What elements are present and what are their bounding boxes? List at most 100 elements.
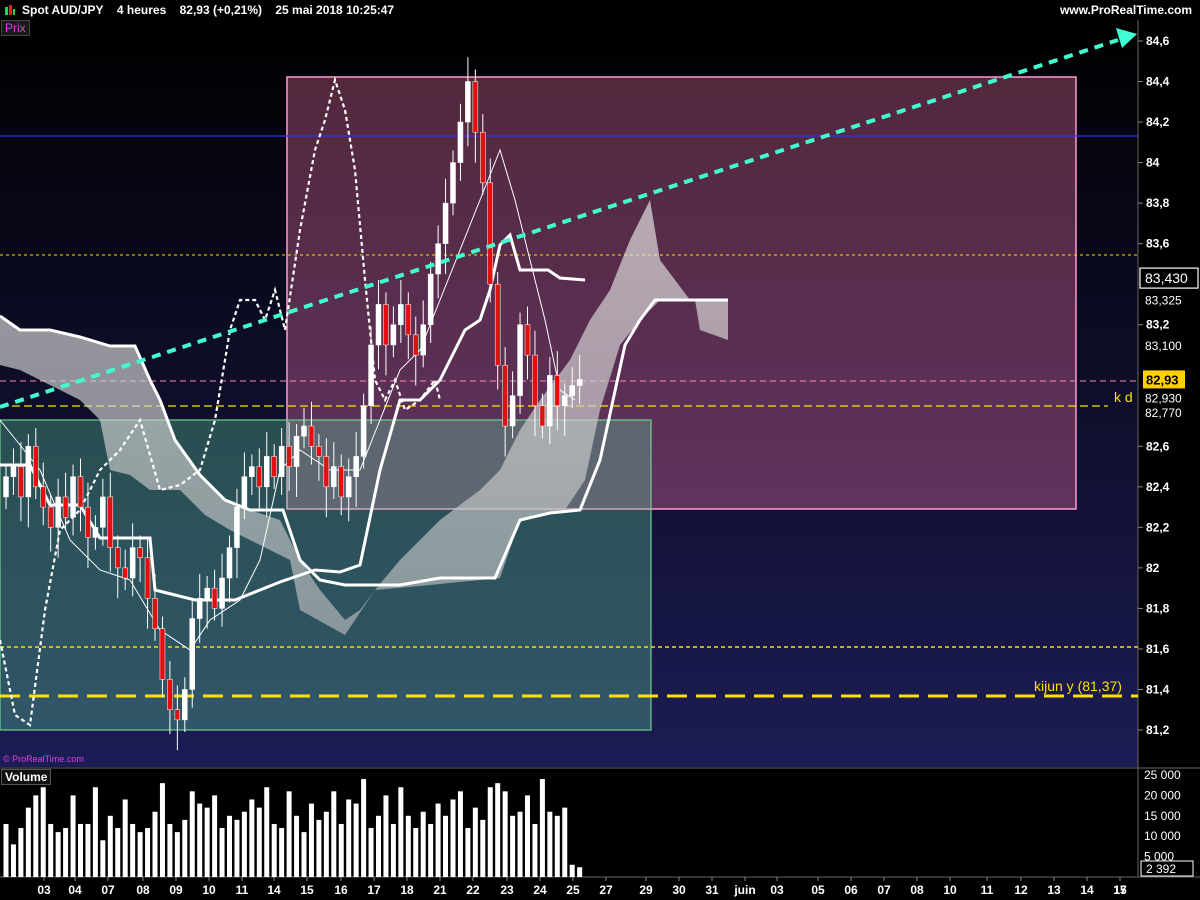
chart-type-icon xyxy=(5,5,15,15)
volume-bar xyxy=(465,828,471,877)
volume-bar xyxy=(532,823,538,877)
header-info: Spot AUD/JPY 4 heures 82,93 (+0,21%) 25 … xyxy=(22,0,394,20)
volume-bar xyxy=(443,815,449,877)
x-tick-label: 22 xyxy=(466,883,480,897)
x-tick-label: 07 xyxy=(101,883,115,897)
credit-label: © ProRealTime.com xyxy=(3,754,84,764)
x-tick-label: 08 xyxy=(910,883,924,897)
volume-bar xyxy=(92,787,98,877)
candle xyxy=(390,324,397,346)
candle xyxy=(152,598,158,629)
volume-bar xyxy=(420,811,426,877)
volume-bar xyxy=(562,807,568,877)
x-tick-label: 10 xyxy=(943,883,957,897)
volume-bar xyxy=(510,815,516,877)
x-tick-label: 31 xyxy=(705,883,719,897)
price-tick-label: 84,6 xyxy=(1146,34,1170,48)
volume-bar xyxy=(25,807,31,877)
volume-bar xyxy=(159,783,165,877)
x-tick-label: 30 xyxy=(672,883,686,897)
x-tick-label: 05 xyxy=(811,883,825,897)
candle xyxy=(383,304,389,346)
candle xyxy=(465,81,471,123)
candle xyxy=(167,679,173,710)
candle xyxy=(241,476,248,508)
x-tick-label: 15 xyxy=(300,883,314,897)
candle xyxy=(271,456,277,477)
price-chart[interactable]: k d kijun y (81,37) 84,6 84,4 84,2 84 83,8 83… xyxy=(0,0,1200,900)
volume-bar xyxy=(286,791,292,877)
candle xyxy=(316,446,322,457)
candle xyxy=(472,81,479,133)
candle xyxy=(405,304,412,336)
volume-bar xyxy=(547,811,553,877)
volume-bar xyxy=(487,787,493,877)
volume-bar xyxy=(78,823,83,877)
x-tick-label: 03 xyxy=(770,883,784,897)
volume-bar xyxy=(182,819,188,877)
volume-bar xyxy=(204,807,210,877)
price-tick-label: 81,4 xyxy=(1146,682,1170,696)
volume-bar xyxy=(271,823,277,877)
price-tick-label: 84,4 xyxy=(1146,75,1170,89)
volume-bar xyxy=(376,815,381,877)
price-tick-label: 82,6 xyxy=(1146,439,1170,453)
volume-bar xyxy=(212,795,218,877)
volume-bar xyxy=(167,823,173,877)
candle xyxy=(129,547,136,579)
price-tick-label: 84 xyxy=(1146,156,1160,170)
candle xyxy=(547,375,553,427)
x-tick-label: 14 xyxy=(267,883,281,897)
price-tick-label: 83,8 xyxy=(1146,196,1170,210)
volume-tick-label: 15 000 xyxy=(1144,809,1181,823)
candle xyxy=(211,587,218,609)
volume-bar xyxy=(435,803,441,877)
candle xyxy=(47,506,54,528)
volume-tick-label: 20 000 xyxy=(1144,788,1181,802)
candle xyxy=(234,506,240,548)
price-badge-label: 83,325 xyxy=(1145,293,1182,307)
last-price: 82,93 (+0,21%) xyxy=(179,3,262,17)
volume-panel-label: Volume xyxy=(1,769,52,785)
candle xyxy=(442,202,449,244)
site-url[interactable]: www.ProRealTime.com xyxy=(1060,0,1192,20)
price-badge-label: 82,770 xyxy=(1145,406,1182,420)
candle xyxy=(509,395,516,427)
volume-bar xyxy=(241,811,247,877)
x-tick-label: 21 xyxy=(433,883,447,897)
candle xyxy=(204,587,210,599)
volume-bar xyxy=(219,828,225,877)
candle xyxy=(562,395,568,407)
candle xyxy=(539,405,546,427)
volume-bar xyxy=(539,779,545,877)
candle xyxy=(55,496,61,528)
candle xyxy=(532,354,538,407)
candle xyxy=(420,324,426,356)
candle xyxy=(480,131,486,184)
volume-bar xyxy=(577,867,583,877)
x-tick-label: 03 xyxy=(37,883,51,897)
volume-bar xyxy=(279,828,285,877)
candle xyxy=(85,506,91,538)
x-tick-label: 27 xyxy=(599,883,613,897)
x-tick-label: 04 xyxy=(68,883,82,897)
volume-bar xyxy=(256,807,262,877)
volume-tick-label: 25 000 xyxy=(1144,768,1181,782)
volume-bar xyxy=(502,791,508,877)
candle xyxy=(413,334,419,356)
candle xyxy=(554,375,561,407)
volume-bar xyxy=(472,807,478,877)
volume-bar xyxy=(63,828,69,877)
candle xyxy=(308,425,315,447)
candle xyxy=(338,466,344,498)
volume-bar xyxy=(353,803,359,877)
x-tick-label: 17 xyxy=(1113,883,1127,897)
candle xyxy=(278,446,285,477)
candle xyxy=(286,446,292,467)
volume-bar xyxy=(100,840,106,877)
volume-bar xyxy=(495,783,501,877)
volume-bar xyxy=(308,803,314,877)
candle xyxy=(368,344,374,407)
candle xyxy=(100,496,106,528)
candle xyxy=(435,243,441,275)
